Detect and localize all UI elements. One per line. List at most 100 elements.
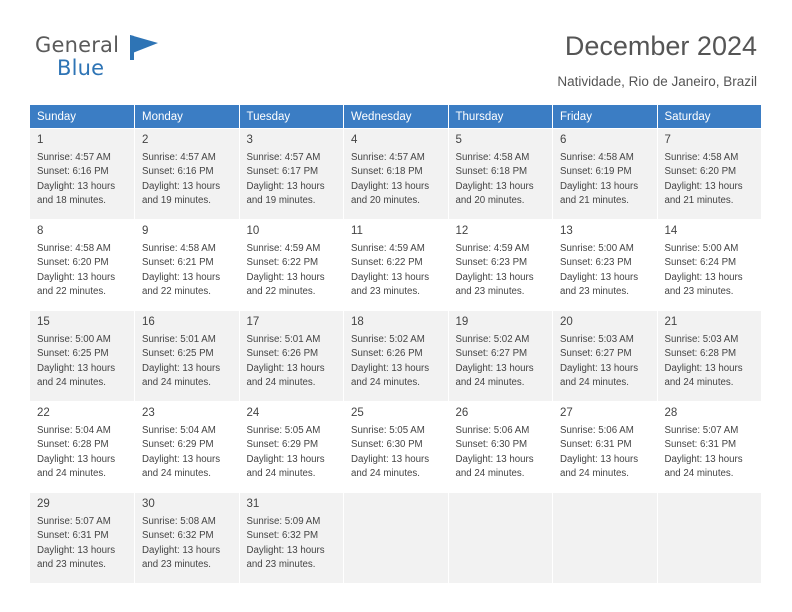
daylight-text-2: and 24 minutes. — [351, 467, 420, 479]
blue-flag-icon — [130, 35, 158, 60]
day-cell[interactable]: 9 Sunrise: 4:58 AM Sunset: 6:21 PM Dayli… — [134, 219, 240, 311]
day-cell[interactable]: 20 Sunrise: 5:03 AM Sunset: 6:27 PM Dayl… — [552, 310, 658, 402]
day-number: 7 — [664, 134, 671, 146]
day-cell[interactable]: 5 Sunrise: 4:58 AM Sunset: 6:18 PM Dayli… — [448, 128, 553, 220]
daylight-text-2: and 24 minutes. — [142, 467, 211, 479]
daylight-text-1: Daylight: 13 hours — [142, 453, 221, 465]
daylight-text-1: Daylight: 13 hours — [246, 180, 325, 192]
day-cell[interactable]: 17 Sunrise: 5:01 AM Sunset: 6:26 PM Dayl… — [239, 310, 344, 402]
sunrise-text: Sunrise: 5:07 AM — [37, 516, 111, 527]
day-cell[interactable]: 1 Sunrise: 4:57 AM Sunset: 6:16 PM Dayli… — [30, 128, 135, 220]
day-cell[interactable]: 15 Sunrise: 5:00 AM Sunset: 6:25 PM Dayl… — [30, 310, 135, 402]
daylight-text-2: and 23 minutes. — [37, 558, 106, 570]
day-number: 29 — [37, 498, 50, 510]
day-number: 12 — [455, 225, 469, 237]
day-number: 20 — [560, 316, 573, 328]
day-cell[interactable]: 11 Sunrise: 4:59 AM Sunset: 6:22 PM Dayl… — [343, 219, 449, 311]
day-cell[interactable]: 13 Sunrise: 5:00 AM Sunset: 6:23 PM Dayl… — [552, 219, 658, 311]
sunset-text: Sunset: 6:31 PM — [664, 439, 737, 451]
sunset-text: Sunset: 6:29 PM — [142, 439, 214, 451]
sunset-text: Sunset: 6:25 PM — [37, 348, 109, 360]
day-number: 31 — [246, 498, 260, 510]
day-number: 17 — [246, 316, 260, 328]
logo[interactable]: General Blue — [35, 34, 215, 86]
daylight-text-1: Daylight: 13 hours — [37, 180, 116, 192]
daylight-text-2: and 23 minutes. — [455, 285, 525, 297]
page-header: General Blue December 2024 Natividade, R… — [35, 30, 757, 98]
day-cell[interactable]: 27 Sunrise: 5:06 AM Sunset: 6:31 PM Dayl… — [552, 401, 658, 493]
sunset-text: Sunset: 6:29 PM — [246, 439, 319, 451]
sunset-text: Sunset: 6:16 PM — [37, 166, 109, 178]
day-cell[interactable]: 7 Sunrise: 4:58 AM Sunset: 6:20 PM Dayli… — [657, 128, 762, 220]
sunrise-text: Sunrise: 4:57 AM — [37, 152, 111, 163]
day-number: 3 — [246, 134, 253, 146]
day-cell[interactable]: 16 Sunrise: 5:01 AM Sunset: 6:25 PM Dayl… — [134, 310, 240, 402]
day-number: 27 — [560, 407, 573, 419]
daylight-text-1: Daylight: 13 hours — [246, 362, 325, 374]
day-number: 24 — [246, 407, 260, 419]
sunset-text: Sunset: 6:25 PM — [142, 348, 214, 360]
sunset-text: Sunset: 6:30 PM — [455, 439, 528, 451]
day-cell[interactable]: 12 Sunrise: 4:59 AM Sunset: 6:23 PM Dayl… — [448, 219, 553, 311]
day-cell[interactable]: 31 Sunrise: 5:09 AM Sunset: 6:32 PM Dayl… — [239, 492, 344, 583]
sunrise-text: Sunrise: 5:07 AM — [664, 425, 739, 436]
day-cell[interactable]: 30 Sunrise: 5:08 AM Sunset: 6:32 PM Dayl… — [134, 492, 240, 583]
daylight-text-2: and 24 minutes. — [246, 467, 316, 479]
sunrise-text: Sunrise: 5:00 AM — [664, 243, 739, 254]
daylight-text-2: and 23 minutes. — [142, 558, 211, 570]
daylight-text-2: and 22 minutes. — [246, 285, 316, 297]
daylight-text-2: and 24 minutes. — [246, 376, 316, 388]
sunset-text: Sunset: 6:26 PM — [246, 348, 319, 360]
sunset-text: Sunset: 6:27 PM — [455, 348, 528, 360]
sunset-text: Sunset: 6:28 PM — [37, 439, 109, 451]
sunset-text: Sunset: 6:26 PM — [351, 348, 423, 360]
day-cell[interactable]: 4 Sunrise: 4:57 AM Sunset: 6:18 PM Dayli… — [343, 128, 449, 220]
day-cell[interactable]: 6 Sunrise: 4:58 AM Sunset: 6:19 PM Dayli… — [552, 128, 658, 220]
sunrise-text: Sunrise: 4:59 AM — [455, 243, 530, 254]
sunrise-text: Sunrise: 4:59 AM — [351, 243, 425, 254]
day-cell[interactable]: 22 Sunrise: 5:04 AM Sunset: 6:28 PM Dayl… — [30, 401, 135, 493]
sunset-text: Sunset: 6:31 PM — [37, 530, 109, 542]
day-cell[interactable]: 19 Sunrise: 5:02 AM Sunset: 6:27 PM Dayl… — [448, 310, 553, 402]
day-cell[interactable]: 3 Sunrise: 4:57 AM Sunset: 6:17 PM Dayli… — [239, 128, 344, 220]
day-cell[interactable]: 25 Sunrise: 5:05 AM Sunset: 6:30 PM Dayl… — [343, 401, 449, 493]
day-cell[interactable]: 2 Sunrise: 4:57 AM Sunset: 6:16 PM Dayli… — [134, 128, 240, 220]
daylight-text-2: and 21 minutes. — [664, 194, 734, 206]
day-cell[interactable]: 8 Sunrise: 4:58 AM Sunset: 6:20 PM Dayli… — [30, 219, 135, 311]
daylight-text-2: and 19 minutes. — [246, 194, 316, 206]
sunrise-text: Sunrise: 4:58 AM — [455, 152, 530, 163]
daylight-text-2: and 24 minutes. — [560, 467, 629, 479]
day-cell[interactable]: 28 Sunrise: 5:07 AM Sunset: 6:31 PM Dayl… — [657, 401, 762, 493]
day-cell[interactable]: 26 Sunrise: 5:06 AM Sunset: 6:30 PM Dayl… — [448, 401, 553, 493]
calendar-week-row: 29 Sunrise: 5:07 AM Sunset: 6:31 PM Dayl… — [30, 492, 762, 583]
sunrise-text: Sunrise: 5:04 AM — [37, 425, 111, 436]
calendar-week-row: 22 Sunrise: 5:04 AM Sunset: 6:28 PM Dayl… — [30, 401, 762, 493]
day-number: 15 — [37, 316, 50, 328]
sunrise-text: Sunrise: 5:03 AM — [664, 334, 739, 345]
day-cell-empty — [343, 492, 449, 583]
daylight-text-1: Daylight: 13 hours — [351, 271, 430, 283]
day-cell[interactable]: 24 Sunrise: 5:05 AM Sunset: 6:29 PM Dayl… — [239, 401, 344, 493]
sunrise-text: Sunrise: 5:01 AM — [246, 334, 321, 345]
sunrise-text: Sunrise: 5:06 AM — [560, 425, 634, 436]
day-cell[interactable]: 14 Sunrise: 5:00 AM Sunset: 6:24 PM Dayl… — [657, 219, 762, 311]
weekday-header-row: Sunday Monday Tuesday Wednesday Thursday… — [30, 105, 762, 129]
sunset-text: Sunset: 6:23 PM — [560, 257, 632, 269]
day-cell[interactable]: 29 Sunrise: 5:07 AM Sunset: 6:31 PM Dayl… — [30, 492, 135, 583]
day-number: 22 — [37, 407, 50, 419]
daylight-text-1: Daylight: 13 hours — [246, 271, 325, 283]
day-cell[interactable]: 23 Sunrise: 5:04 AM Sunset: 6:29 PM Dayl… — [134, 401, 240, 493]
calendar-week-row: 1 Sunrise: 4:57 AM Sunset: 6:16 PM Dayli… — [30, 128, 762, 220]
day-cell[interactable]: 10 Sunrise: 4:59 AM Sunset: 6:22 PM Dayl… — [239, 219, 344, 311]
sunrise-text: Sunrise: 4:58 AM — [37, 243, 111, 254]
sunrise-text: Sunrise: 4:58 AM — [142, 243, 216, 254]
daylight-text-1: Daylight: 13 hours — [142, 271, 221, 283]
sunset-text: Sunset: 6:17 PM — [246, 166, 319, 178]
day-number: 23 — [142, 407, 155, 419]
daylight-text-1: Daylight: 13 hours — [351, 453, 430, 465]
day-cell[interactable]: 21 Sunrise: 5:03 AM Sunset: 6:28 PM Dayl… — [657, 310, 762, 402]
sunset-text: Sunset: 6:18 PM — [351, 166, 423, 178]
day-cell[interactable]: 18 Sunrise: 5:02 AM Sunset: 6:26 PM Dayl… — [343, 310, 449, 402]
sunrise-text: Sunrise: 5:06 AM — [455, 425, 530, 436]
daylight-text-1: Daylight: 13 hours — [37, 271, 116, 283]
